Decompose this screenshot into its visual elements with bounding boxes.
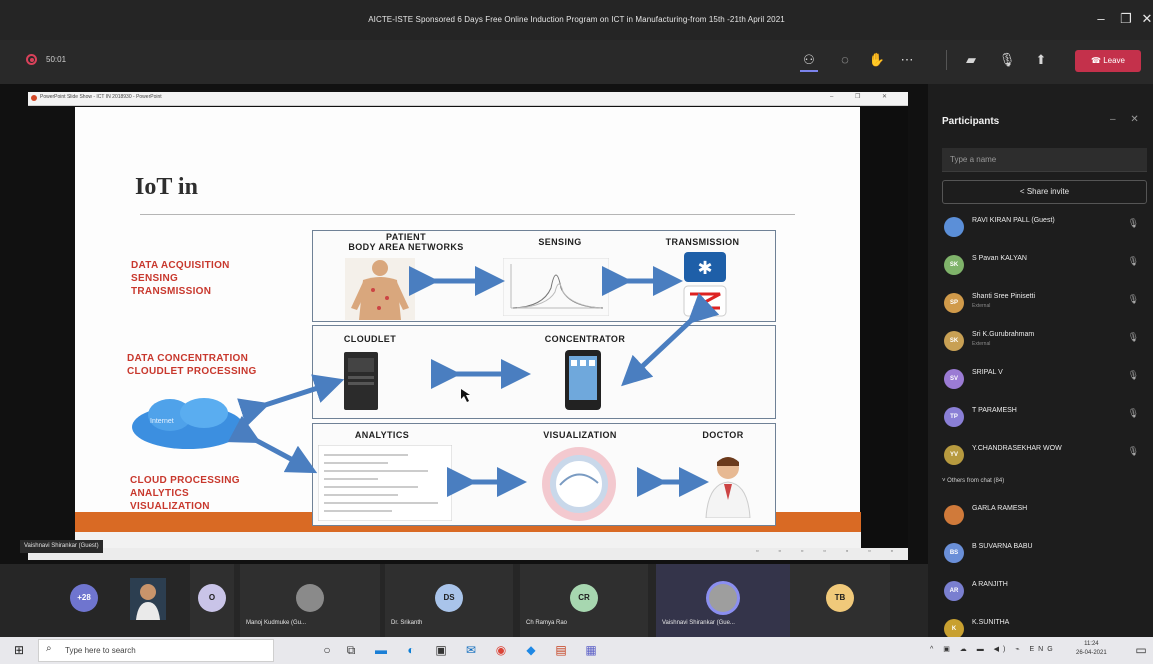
participant-photo (130, 578, 166, 620)
tile-name: Manoj Kudmuke (Gu... (246, 620, 307, 626)
participant-name: K.SUNITHA (972, 619, 1010, 626)
participant-name: B SUVARNA BABU (972, 543, 1033, 550)
avatar: O (198, 584, 226, 612)
avatar: TP (944, 407, 964, 427)
avatar: BS (944, 543, 964, 563)
avatar: SV (944, 369, 964, 389)
share-icon[interactable]: ⬆ (1032, 52, 1050, 68)
participant-name: Shanti Sree Pinisetti (972, 293, 1036, 300)
app-icon[interactable]: ◆ (520, 640, 542, 660)
avatar (709, 584, 737, 612)
teams-meeting-window: AICTE-ISTE Sponsored 6 Days Free Online … (0, 0, 1153, 664)
participant-row[interactable]: SP Shanti Sree Pinisetti External 🎙 (942, 288, 1147, 318)
teams-taskbar-icon[interactable]: ▦ (580, 640, 602, 660)
avatar: TB (826, 584, 854, 612)
tile-name: Vaishnavi Shirankar (Gue... (662, 620, 735, 626)
phone-icon: ☎ (1091, 56, 1104, 65)
task-view-icon[interactable]: ⧉ (340, 640, 362, 660)
toolbar-divider (946, 50, 947, 70)
share-invite-label: Share invite (1026, 187, 1070, 196)
arrow-cloud-analytics (227, 415, 318, 474)
participant-name: Sri K.Gurubrahmam (972, 331, 1035, 338)
participant-row[interactable]: GARLA RAMESH (942, 500, 1147, 530)
chrome-icon[interactable]: ◉ (490, 640, 512, 660)
camera-icon[interactable]: ▰ (962, 52, 980, 68)
avatar (296, 584, 324, 612)
edge-icon[interactable]: ◐ (400, 640, 422, 660)
minimize-icon[interactable]: – (1088, 8, 1114, 30)
tile-name: Ch Ramya Rao (526, 620, 568, 626)
others-section-header[interactable]: ˅ Others from chat (84) (942, 478, 1004, 484)
avatar (944, 217, 964, 237)
panel-controls[interactable]: – ✕ (1110, 114, 1145, 125)
system-tray[interactable]: ^ ▣ ☁ ▬ ◀) ⌁ ENG (930, 645, 1057, 653)
participant-row[interactable]: SK S Pavan KALYAN 🎙 (942, 250, 1147, 280)
avatar: SK (944, 331, 964, 351)
avatar: K (944, 619, 964, 639)
participant-name: GARLA RAMESH (972, 505, 1028, 512)
avatar: YV (944, 445, 964, 465)
leave-button[interactable]: ☎ Leave (1075, 50, 1141, 72)
mic-muted-icon: 🎙 (1127, 370, 1139, 380)
participant-row[interactable]: AR A RANJITH (942, 576, 1147, 606)
notifications-icon[interactable]: ▭ (1130, 640, 1152, 660)
mic-muted-icon: 🎙 (1127, 218, 1139, 228)
language-indicator: ENG (1029, 646, 1057, 653)
clock-time: 11:24 (1084, 641, 1099, 647)
participant-row[interactable]: YV Y.CHANDRASEKHAR WOW 🎙 (942, 440, 1147, 470)
taskbar-search-input[interactable]: Type here to search (38, 639, 274, 662)
participant-row[interactable]: TP T PARAMESH 🎙 (942, 402, 1147, 432)
leave-label: Leave (1103, 56, 1125, 65)
search-icon: ⌕ (46, 643, 52, 654)
participant-subtitle: External (972, 303, 991, 309)
avatar: CR (570, 584, 598, 612)
participants-title: Participants (942, 116, 1000, 127)
mouse-cursor (461, 389, 470, 402)
participant-row[interactable]: SK Sri K.Gurubrahmam External 🎙 (942, 326, 1147, 356)
share-invite-button[interactable]: < Share invite (942, 180, 1147, 204)
mic-muted-icon: 🎙 (1127, 294, 1139, 304)
mic-muted-icon: 🎙 (1127, 446, 1139, 456)
overflow-count-badge[interactable]: +28 (70, 584, 98, 612)
tile-name: Dr. Srikanth (391, 620, 423, 626)
participant-name: Y.CHANDRASEKHAR WOW (972, 445, 1062, 452)
taskbar-clock[interactable]: 11:24 26-04-2021 (1076, 640, 1107, 658)
participant-name: SRIPAL V (972, 369, 1003, 376)
mic-muted-icon: 🎙 (1127, 256, 1139, 266)
mic-muted-icon: 🎙 (1127, 332, 1139, 342)
share-icon: < (1019, 187, 1027, 196)
arrow-transmission-concentrator (621, 292, 720, 387)
diagram-arrows (227, 266, 720, 497)
clock-date: 26-04-2021 (1076, 650, 1107, 656)
participant-name: S Pavan KALYAN (972, 255, 1027, 262)
mic-muted-icon: 🎙 (1127, 408, 1139, 418)
avatar: DS (435, 584, 463, 612)
avatar: SK (944, 255, 964, 275)
participant-row[interactable]: BS B SUVARNA BABU (942, 538, 1147, 568)
participant-name: RAVI KIRAN PALL (Guest) (972, 217, 1055, 224)
others-section-label: Others from chat (84) (947, 478, 1005, 484)
cortana-icon[interactable]: ○ (316, 640, 338, 660)
arrow-cloud-cloudlet (237, 374, 345, 427)
mic-icon[interactable]: 🎙 (998, 52, 1016, 68)
participant-row[interactable]: SV SRIPAL V 🎙 (942, 364, 1147, 394)
participant-subtitle: External (972, 341, 991, 347)
participant-search-input[interactable]: Type a name (942, 148, 1147, 172)
participant-name: A RANJITH (972, 581, 1008, 588)
close-icon[interactable]: ✕ (1134, 8, 1153, 30)
powerpoint-taskbar-icon[interactable]: ▤ (550, 640, 572, 660)
avatar: SP (944, 293, 964, 313)
participant-row[interactable]: RAVI KIRAN PALL (Guest) 🎙 (942, 212, 1147, 242)
avatar (944, 505, 964, 525)
mail-icon[interactable]: ✉ (460, 640, 482, 660)
participant-name: T PARAMESH (972, 407, 1017, 414)
avatar: AR (944, 581, 964, 601)
windows-start-icon[interactable]: ⊞ (14, 643, 24, 657)
tray-icons: ^ ▣ ☁ ▬ ◀) ⌁ (930, 646, 1030, 653)
file-explorer-icon[interactable]: ▬ (370, 640, 392, 660)
store-icon[interactable]: ▣ (430, 640, 452, 660)
